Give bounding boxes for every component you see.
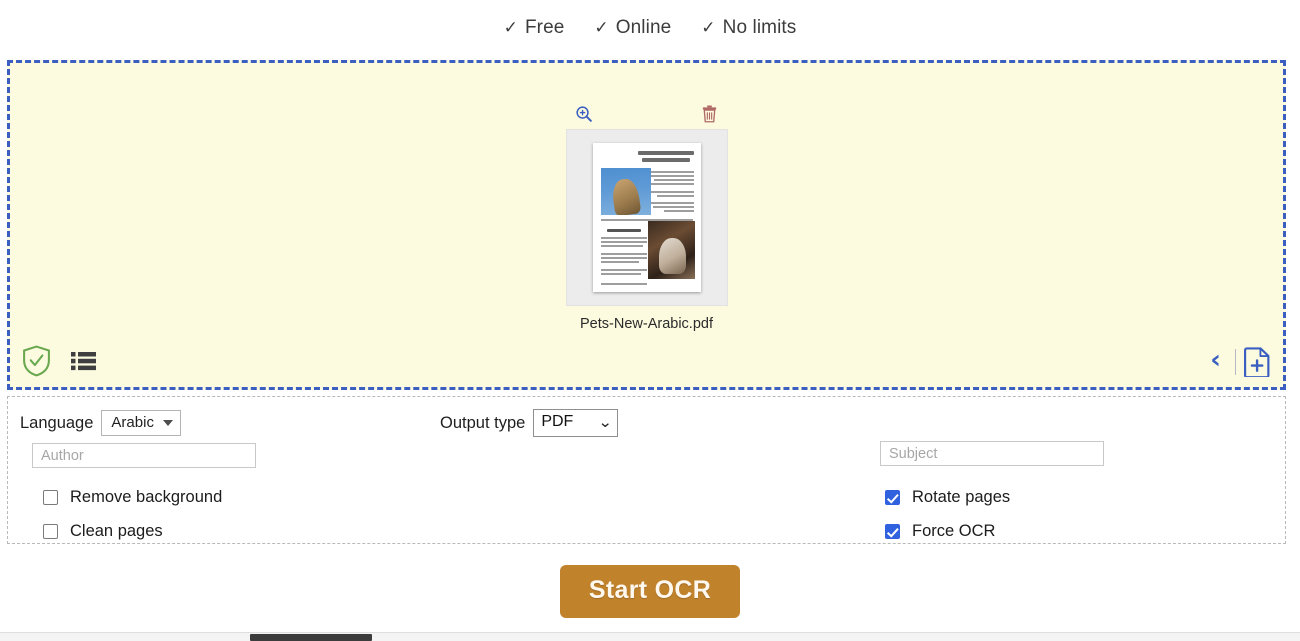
preview-text-line <box>653 179 694 181</box>
magnifier-plus-icon[interactable] <box>573 103 595 125</box>
checkbox-box[interactable] <box>43 523 58 539</box>
horizontal-scrollbar-thumb[interactable] <box>250 634 372 641</box>
file-dropzone[interactable]: Pets-New-Arabic.pdf ‹ <box>7 60 1286 390</box>
document-preview <box>592 143 701 292</box>
list-view-icon[interactable] <box>71 351 96 371</box>
output-type-row: Output type PDF ⌄ <box>440 397 850 439</box>
file-name-label: Pets-New-Arabic.pdf <box>580 316 713 332</box>
output-type-select[interactable]: PDF ⌄ <box>533 409 619 437</box>
language-label: Language <box>20 413 94 432</box>
subject-input[interactable] <box>880 441 1104 466</box>
feature-label: No limits <box>722 17 797 38</box>
previous-chevron-icon[interactable]: ‹ <box>1204 347 1227 377</box>
checkbox-label: Remove background <box>70 487 223 506</box>
horizontal-scrollbar[interactable] <box>0 632 1300 641</box>
preview-text-line <box>600 283 647 285</box>
add-file-icon[interactable] <box>1244 347 1271 377</box>
previous-chevron-glyph: ‹ <box>1210 345 1221 375</box>
start-button-area: Start OCR <box>0 565 1300 618</box>
file-thumbnail[interactable] <box>565 129 728 306</box>
preview-text-line <box>650 171 694 173</box>
checkbox-box[interactable] <box>885 489 900 505</box>
preview-text-line <box>650 202 694 204</box>
preview-text-line <box>650 183 694 185</box>
check-icon: ✓ <box>594 18 609 38</box>
checkbox-box[interactable] <box>885 523 900 539</box>
preview-text-line <box>600 241 647 243</box>
preview-text-line <box>656 195 694 197</box>
language-row: Language Arabic <box>20 397 420 439</box>
check-icon: ✓ <box>701 18 716 38</box>
checkbox-group-2: Rotate pages Force OCR <box>885 480 1010 548</box>
footer-divider <box>1235 349 1236 375</box>
feature-label: Online <box>615 17 672 38</box>
preview-cat-photo <box>600 168 651 215</box>
preview-text-line <box>663 210 694 212</box>
preview-text-line <box>600 261 639 263</box>
chevron-down-icon: ⌄ <box>597 412 613 431</box>
check-icon: ✓ <box>503 18 518 38</box>
feature-free: ✓ Free <box>504 17 565 39</box>
language-select[interactable]: Arabic <box>101 409 181 437</box>
feature-label: Free <box>524 17 565 38</box>
checkbox-force-ocr[interactable]: Force OCR <box>885 514 1010 548</box>
checkbox-box[interactable] <box>43 489 58 505</box>
start-ocr-button[interactable]: Start OCR <box>559 565 741 618</box>
preview-text-line <box>600 237 647 239</box>
options-column-output: Output type PDF ⌄ Rotate pages Force OCR <box>440 397 1104 540</box>
language-select-value: Arabic <box>111 413 154 431</box>
shield-check-icon[interactable] <box>22 345 51 377</box>
checkbox-label: Clean pages <box>70 521 163 540</box>
output-type-label: Output type <box>440 413 526 432</box>
file-card[interactable]: Pets-New-Arabic.pdf <box>562 101 732 332</box>
preview-text-line <box>600 257 647 259</box>
checkbox-clean-pages[interactable]: Clean pages <box>43 514 222 548</box>
feature-online: ✓ Online <box>594 17 671 39</box>
checkbox-label: Force OCR <box>912 521 996 540</box>
preview-text-line <box>600 245 643 247</box>
file-card-toolbar <box>567 101 727 127</box>
checkbox-rotate-pages[interactable]: Rotate pages <box>885 480 1010 514</box>
ocr-options-panel: Language Arabic Remove background Clean … <box>7 396 1286 544</box>
author-input[interactable] <box>32 443 256 468</box>
checkbox-group-1: Remove background Clean pages <box>43 480 222 548</box>
preview-text-line <box>650 175 694 177</box>
preview-text-line <box>650 191 694 193</box>
options-column-language: Language Arabic Remove background Clean … <box>20 397 420 540</box>
preview-title-line <box>641 158 690 162</box>
preview-dog-photo <box>647 221 695 279</box>
chevron-down-icon <box>162 420 173 426</box>
checkbox-remove-background[interactable]: Remove background <box>43 480 222 514</box>
preview-title-line <box>637 151 694 155</box>
preview-text-line <box>600 253 647 255</box>
preview-text-line <box>600 269 647 271</box>
feature-bar: ✓ Free ✓ Online ✓ No limits <box>0 0 1300 56</box>
dropzone-footer-left <box>22 345 96 377</box>
preview-subheading <box>606 229 641 232</box>
checkbox-label: Rotate pages <box>912 487 1011 506</box>
output-type-select-value: PDF <box>541 413 574 431</box>
preview-text-line <box>652 206 694 208</box>
preview-text-line <box>600 273 641 275</box>
trash-icon[interactable] <box>699 103 721 125</box>
dropzone-footer-right: ‹ <box>1204 347 1271 377</box>
feature-no-limits: ✓ No limits <box>701 17 796 39</box>
